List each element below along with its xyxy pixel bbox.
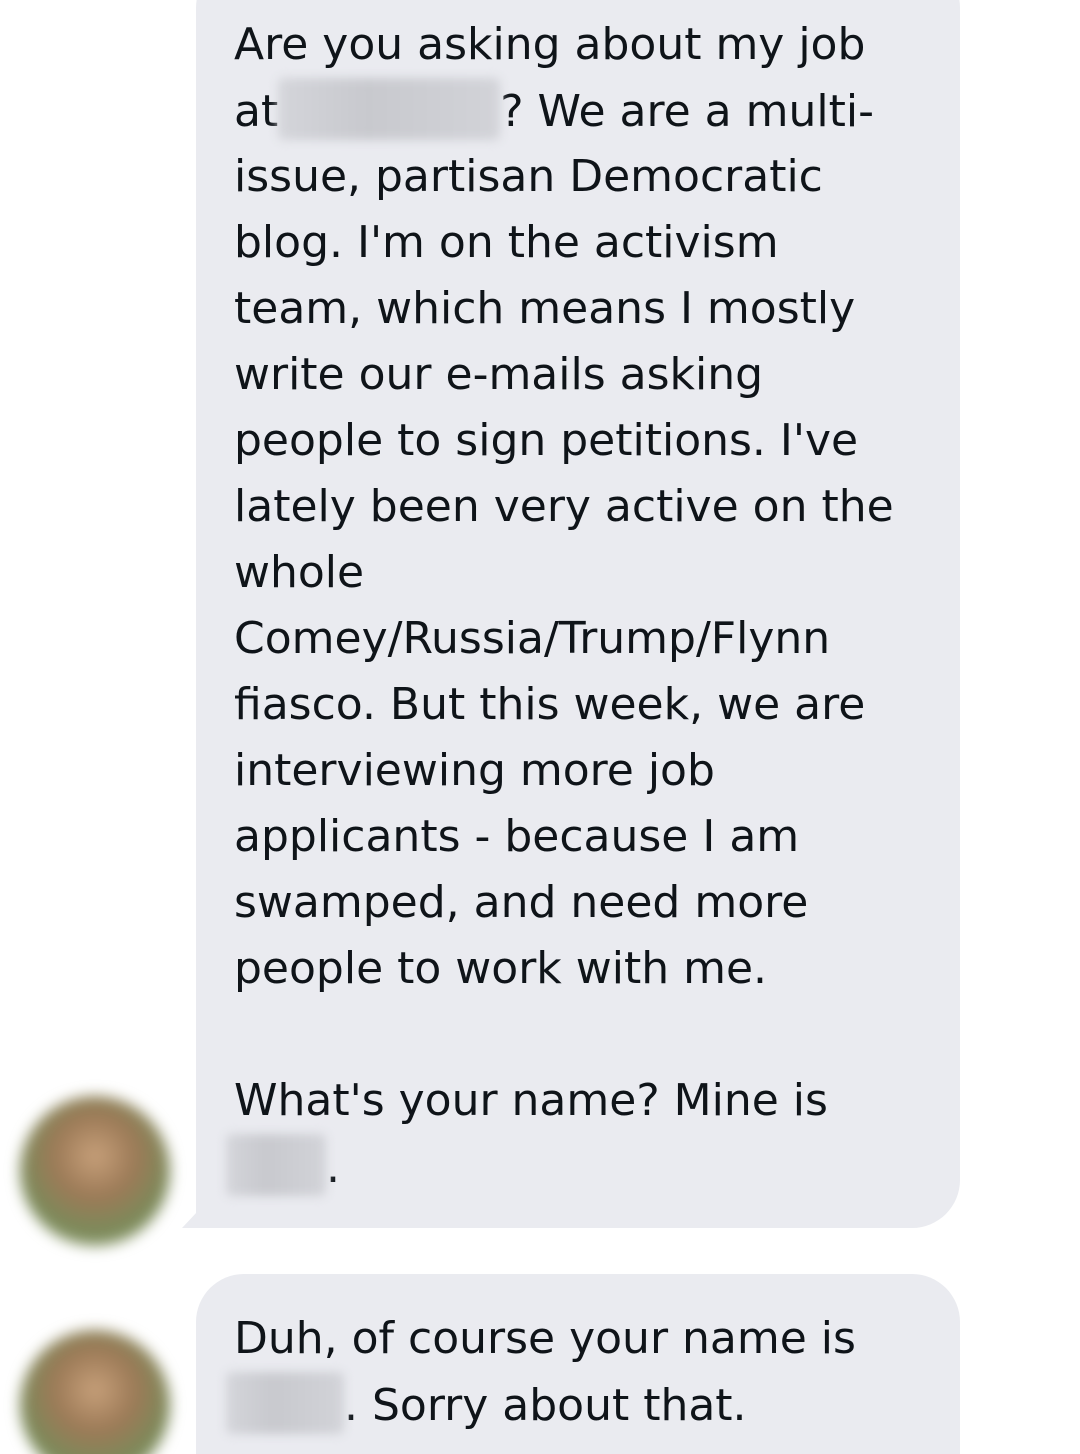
message-text: write our e-mails asking: [234, 349, 764, 400]
message-text: ? We are a multi-: [500, 86, 874, 137]
message-text: Comey/Russia/Trump/Flynn: [234, 613, 831, 664]
message-text-line: .: [226, 1134, 930, 1200]
redacted-recipient-name: [226, 1372, 344, 1434]
message-text: people to work with me.: [234, 943, 768, 994]
dm-conversation: Are you asking about my job at ? We are a…: [0, 0, 1080, 1454]
message-paragraph-break: [234, 1002, 930, 1068]
message-text: fiasco. But this week, we are: [234, 679, 866, 730]
message-text: at: [234, 86, 279, 137]
message-text: What's your name? Mine is: [234, 1075, 828, 1126]
message-text: Duh, of course your name is: [234, 1313, 856, 1364]
redacted-sender-name: [226, 1134, 326, 1196]
sender-avatar[interactable]: [20, 1096, 170, 1246]
message-text: whole: [234, 547, 365, 598]
message-text-line: at ? We are a multi-: [234, 78, 930, 144]
sender-avatar[interactable]: [20, 1330, 170, 1454]
message-text-line: . Sorry about that.: [226, 1372, 930, 1438]
message-text: blog. I'm on the activism: [234, 217, 779, 268]
message-text: issue, partisan Democratic: [234, 151, 823, 202]
message-text: interviewing more job: [234, 745, 715, 796]
received-message-bubble[interactable]: Are you asking about my job at ? We are a…: [196, 0, 960, 1228]
received-message-bubble[interactable]: Duh, of course your name is . Sorry abou…: [196, 1274, 960, 1454]
message-text: lately been very active on the: [234, 481, 894, 532]
message-text: applicants - because I am: [234, 811, 800, 862]
message-text: . Sorry about that.: [344, 1380, 747, 1431]
message-text: Are you asking about my job: [234, 19, 866, 70]
redacted-org-name: [278, 78, 501, 140]
message-text: swamped, and need more: [234, 877, 809, 928]
message-text: people to sign petitions. I've: [234, 415, 859, 466]
message-text: team, which means I mostly: [234, 283, 856, 334]
message-text: .: [326, 1142, 340, 1193]
